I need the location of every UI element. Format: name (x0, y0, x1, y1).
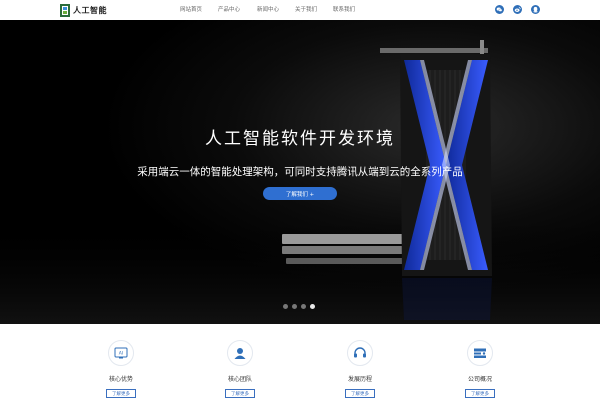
qq-icon[interactable] (531, 5, 540, 14)
nav-products[interactable]: 产品中心 (218, 5, 240, 13)
main-nav: 网站首页 产品中心 新闻中心 关于我们 联系我们 (0, 0, 600, 20)
feature-history: 发展历程 了解更多 (320, 340, 400, 398)
feature-core-advantage: AI 核心优势 了解更多 (81, 340, 161, 398)
nav-home[interactable]: 网站首页 (180, 5, 202, 13)
svg-text:AI: AI (119, 351, 123, 357)
feature-company-profile: 公司概况 了解更多 (440, 340, 520, 398)
feature-title: 发展历程 (347, 376, 372, 383)
feature-core-team: 核心团队 了解更多 (200, 340, 280, 398)
carousel-dot-1[interactable] (283, 304, 288, 309)
nav-contact[interactable]: 联系我们 (333, 5, 355, 13)
team-icon (227, 340, 253, 366)
feature-title: 公司概况 (467, 376, 492, 383)
learn-more-button[interactable]: 了解更多 (465, 389, 495, 398)
hero-banner: 人工智能软件开发环境 采用端云一体的智能处理架构，可同时支持腾讯从端到云的全系列… (0, 20, 600, 324)
feature-title: 核心团队 (227, 376, 252, 383)
carousel-dot-3[interactable] (301, 304, 306, 309)
learn-more-button[interactable]: 了解更多 (106, 389, 136, 398)
nav-about[interactable]: 关于我们 (295, 5, 317, 13)
learn-more-button[interactable]: 了解更多 (345, 389, 375, 398)
site-header: 人工智能 网站首页 产品中心 新闻中心 关于我们 联系我们 (0, 0, 600, 20)
carousel-dots (283, 304, 315, 310)
weibo-icon[interactable] (513, 5, 522, 14)
features-section: AI 核心优势 了解更多 核心团队 了解更多 发展历程 了解更多 公司概况 了解… (0, 324, 600, 404)
carousel-dot-2[interactable] (292, 304, 297, 309)
feature-title: 核心优势 (108, 376, 133, 383)
headset-icon (347, 340, 373, 366)
learn-about-us-button[interactable]: 了解我们 + (263, 187, 337, 200)
hero-subtitle: 采用端云一体的智能处理架构，可同时支持腾讯从端到云的全系列产品 (137, 166, 463, 178)
learn-more-button[interactable]: 了解更多 (225, 389, 255, 398)
weixin-icon[interactable] (495, 5, 504, 14)
ai-chip-icon: AI (108, 340, 134, 366)
hero-title: 人工智能软件开发环境 (205, 129, 395, 149)
nav-news[interactable]: 新闻中心 (257, 5, 279, 13)
company-icon (467, 340, 493, 366)
page: 人工智能 网站首页 产品中心 新闻中心 关于我们 联系我们 人工智能软件开发环境… (0, 0, 600, 404)
carousel-dot-4[interactable] (310, 304, 315, 309)
